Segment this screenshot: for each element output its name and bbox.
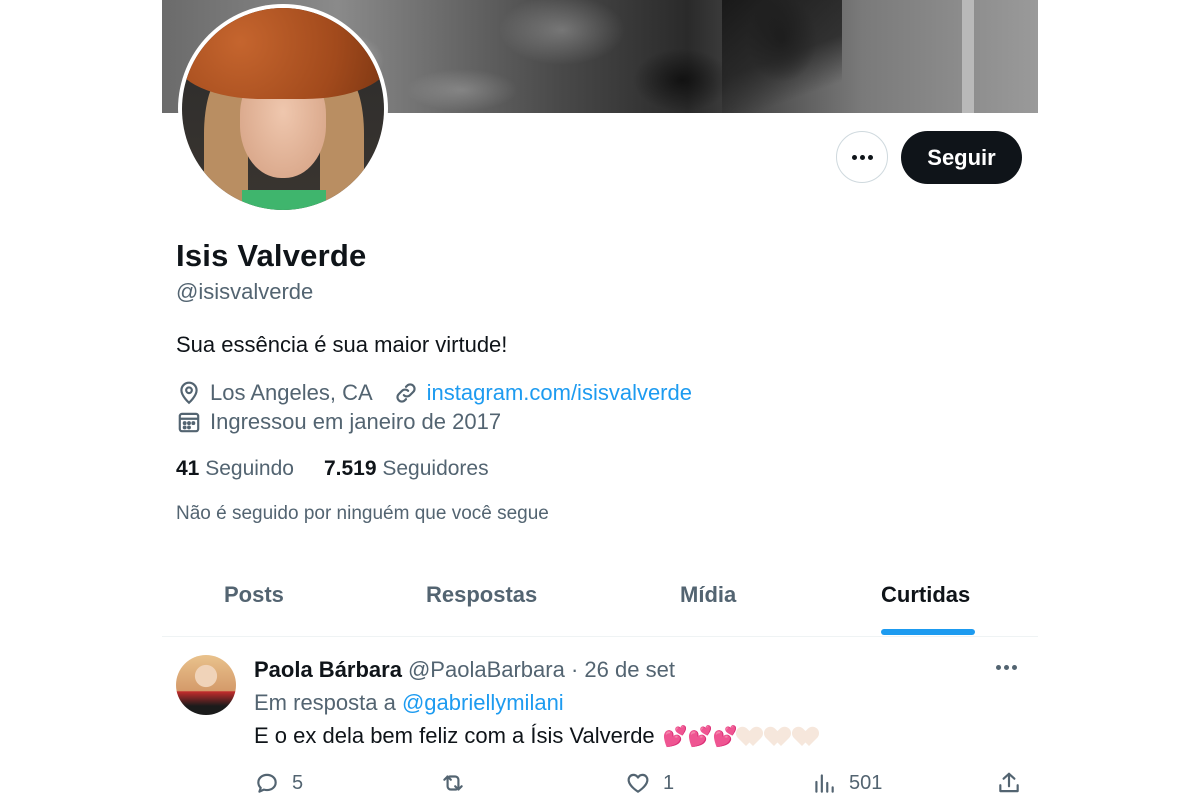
tweet-more-icon[interactable]	[996, 665, 1017, 670]
heart-hands-emoji	[740, 726, 766, 746]
followers-count: 7.519	[323, 457, 377, 480]
like-icon	[627, 773, 649, 793]
following-count: 41	[176, 457, 200, 480]
profile-meta-location: Los Angeles, CA instagram.com/isisvalver…	[176, 380, 692, 406]
tweet-header: Paola Bárbara @PaolaBarbara · 26 de set	[254, 657, 675, 683]
tab-respostas[interactable]: Respostas	[426, 582, 537, 608]
tweet-author-avatar[interactable]	[176, 655, 236, 715]
followers-label: Seguidores	[382, 457, 489, 480]
tab-midia[interactable]: Mídia	[680, 582, 736, 608]
reply-button[interactable]: 5	[254, 770, 303, 796]
avatar-photo	[182, 8, 384, 210]
profile-bio: Sua essência é sua maior virtude!	[176, 332, 508, 357]
more-icon	[851, 154, 873, 160]
reply-count: 5	[292, 771, 304, 794]
profile-tabs: Posts Respostas Mídia Curtidas	[162, 568, 1038, 637]
views-count: 501	[849, 771, 883, 794]
tweet-actions: 5 1 501	[0, 770, 1200, 800]
retweet-button[interactable]	[440, 770, 478, 796]
two-hearts-emoji: 💕💕💕	[662, 725, 738, 748]
follow-button[interactable]: Seguir	[901, 131, 1022, 184]
reply-icon	[257, 773, 277, 793]
banner-shadow	[722, 0, 842, 113]
tweet-date[interactable]: 26 de set	[584, 657, 675, 682]
profile-handle: @isisvalverde	[176, 279, 314, 304]
following-label: Seguindo	[205, 457, 294, 480]
not-followed-text: Não é seguido por ninguém que você segue	[176, 503, 549, 524]
tweet-body: E o ex dela bem feliz com a Ísis Valverd…	[254, 723, 655, 748]
like-button[interactable]: 1	[625, 770, 674, 796]
website-link[interactable]: instagram.com/isisvalverde	[427, 380, 692, 406]
tweet-separator: ·	[570, 657, 579, 682]
reply-prefix: Em resposta a	[254, 690, 396, 715]
heart-hands-emoji	[796, 726, 822, 746]
views-icon	[815, 774, 834, 793]
tweet-reply-to: Em resposta a @gabriellymilani	[254, 690, 564, 716]
follow-counts: 41 Seguindo 7.519 Seguidores	[176, 457, 489, 481]
link-icon	[396, 383, 416, 403]
views-button[interactable]: 501	[811, 770, 882, 796]
location-text: Los Angeles, CA	[210, 380, 373, 405]
avatar-shirt	[242, 190, 326, 210]
joined-text: Ingressou em janeiro de 2017	[210, 409, 502, 434]
profile-name: Isis Valverde	[176, 238, 367, 273]
retweet-icon	[443, 775, 463, 791]
tab-curtidas[interactable]: Curtidas	[881, 582, 970, 608]
profile-meta-joined: Ingressou em janeiro de 2017	[176, 409, 501, 435]
like-count: 1	[663, 771, 675, 794]
tweet-author-handle[interactable]: @PaolaBarbara	[408, 657, 565, 682]
tweet-author-name[interactable]: Paola Bárbara	[254, 657, 402, 682]
share-icon	[999, 772, 1019, 793]
reply-mention[interactable]: @gabriellymilani	[402, 690, 564, 715]
tweet-text: E o ex dela bem feliz com a Ísis Valverd…	[254, 723, 822, 749]
tab-posts[interactable]: Posts	[224, 582, 284, 608]
followers-link[interactable]: 7.519 Seguidores	[324, 457, 489, 481]
profile-avatar[interactable]	[178, 4, 388, 214]
location-icon	[180, 381, 198, 405]
banner-pillar	[962, 0, 974, 113]
share-button[interactable]	[996, 770, 1034, 796]
active-tab-indicator	[881, 629, 975, 635]
heart-hands-emoji	[768, 726, 794, 746]
avatar-hair-right	[320, 78, 364, 210]
avatar-hat	[182, 8, 384, 99]
calendar-icon	[178, 412, 200, 433]
profile-more-button[interactable]	[836, 131, 888, 183]
following-link[interactable]: 41 Seguindo	[176, 457, 294, 481]
